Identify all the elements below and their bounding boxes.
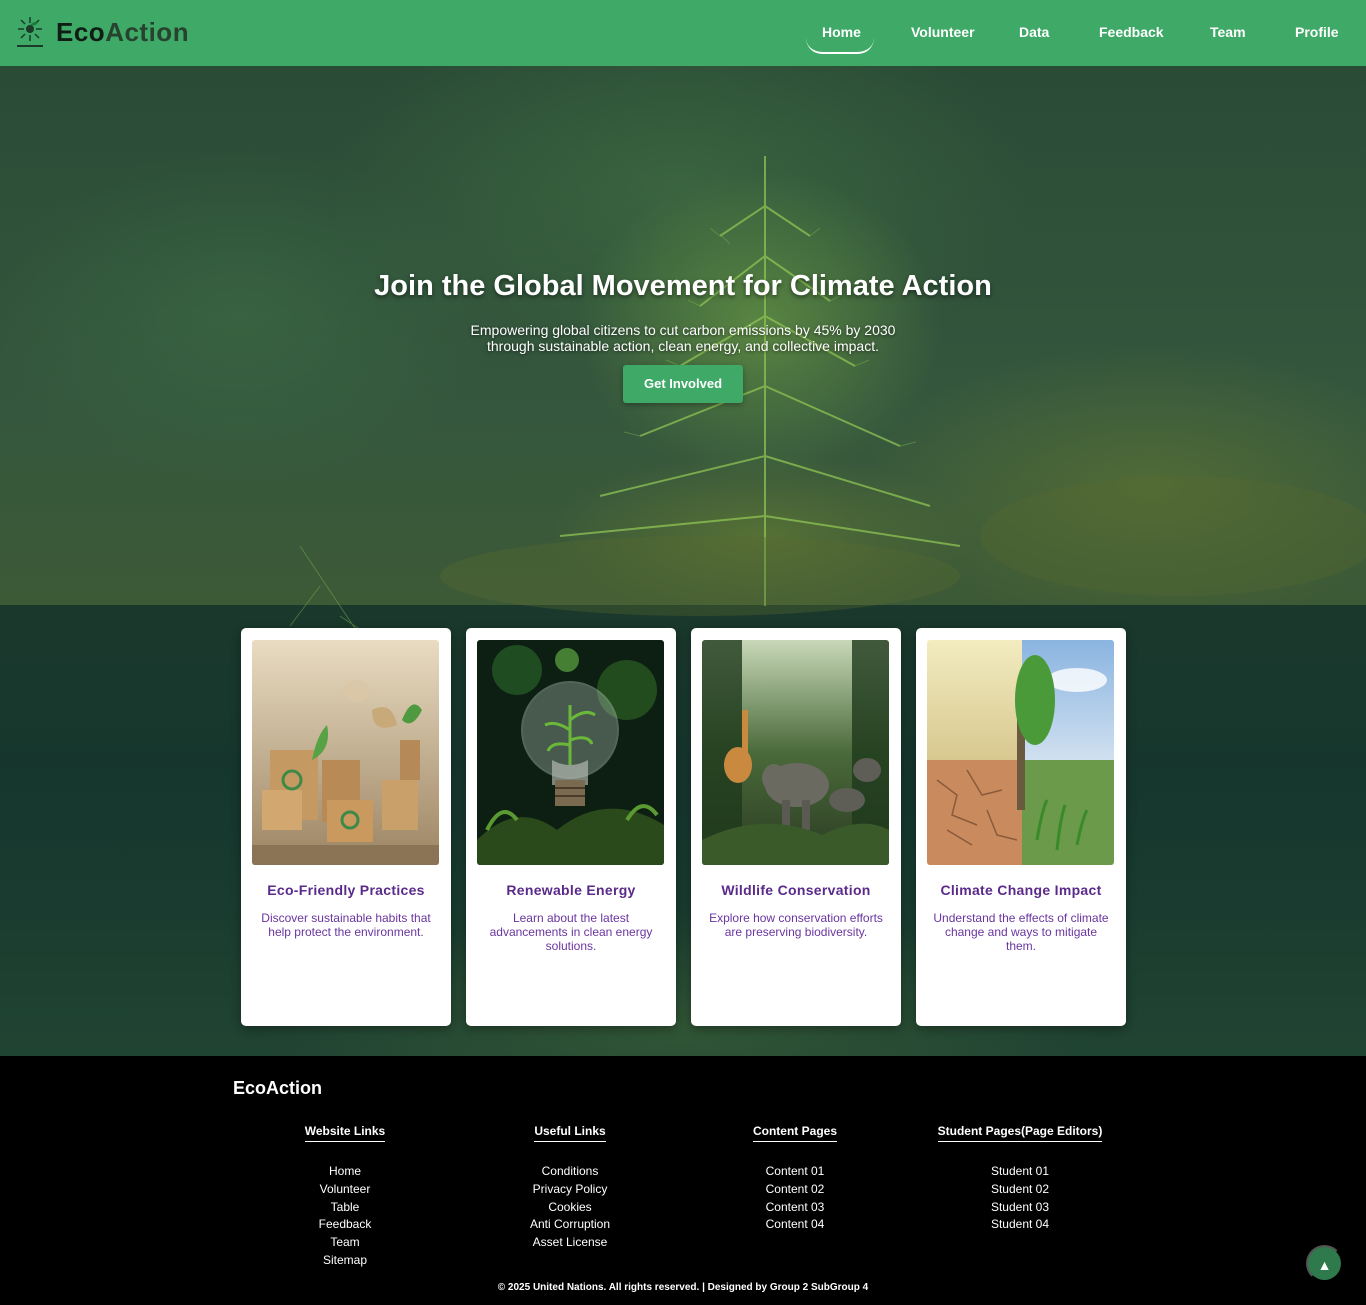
footer-link-table[interactable]: Table	[245, 1199, 445, 1217]
footer: EcoAction Website Links Home Volunteer T…	[0, 1056, 1366, 1305]
card-title: Wildlife Conservation	[721, 882, 871, 898]
footer-link-sitemap[interactable]: Sitemap	[245, 1252, 445, 1270]
lightbulb-plant-image	[477, 640, 664, 865]
footer-link-conditions[interactable]: Conditions	[470, 1163, 670, 1181]
hero-title: Join the Global Movement for Climate Act…	[374, 270, 992, 302]
brand-name: EcoAction	[56, 16, 190, 47]
footer-link-content-02[interactable]: Content 02	[695, 1181, 895, 1199]
eco-products-image	[252, 640, 439, 865]
forest-background-image	[289, 156, 1366, 667]
footer-link-student-03[interactable]: Student 03	[920, 1199, 1120, 1217]
footer-link-privacy-policy[interactable]: Privacy Policy	[470, 1181, 670, 1199]
nav-data[interactable]: Data	[1019, 24, 1049, 40]
active-nav-indicator	[806, 38, 874, 54]
logo-icon	[14, 14, 46, 50]
footer-column-student-pages: Student Pages(Page Editors) Student 01 S…	[920, 1122, 1120, 1234]
card-text: Learn about the latest advancements in c…	[489, 911, 653, 953]
jungle-animals-image	[702, 640, 889, 865]
card-text: Discover sustainable habits that help pr…	[261, 911, 431, 939]
card-text: Explore how conservation efforts are pre…	[709, 911, 883, 939]
card-eco-friendly-practices[interactable]: Eco-Friendly Practices Discover sustaina…	[241, 628, 451, 1026]
footer-column-title: Useful Links	[534, 1124, 606, 1142]
nav-volunteer[interactable]: Volunteer	[911, 24, 975, 40]
nav-profile[interactable]: Profile	[1295, 24, 1339, 40]
footer-column-useful-links: Useful Links Conditions Privacy Policy C…	[470, 1122, 670, 1252]
nav-feedback[interactable]: Feedback	[1099, 24, 1164, 40]
footer-link-student-02[interactable]: Student 02	[920, 1181, 1120, 1199]
card-text: Understand the effects of climate change…	[933, 911, 1109, 953]
hero-subtitle-line1: Empowering global citizens to cut carbon…	[470, 322, 896, 338]
hero-section: Join the Global Movement for Climate Act…	[0, 66, 1366, 1056]
footer-link-volunteer[interactable]: Volunteer	[245, 1181, 445, 1199]
scroll-to-top-button[interactable]: ▲	[1306, 1245, 1343, 1282]
card-title: Renewable Energy	[506, 882, 636, 898]
card-renewable-energy[interactable]: Renewable Energy Learn about the latest …	[466, 628, 676, 1026]
copyright-text: © 2025 United Nations. All rights reserv…	[497, 1282, 869, 1293]
navbar: EcoAction Home Volunteer Data Feedback T…	[0, 0, 1366, 66]
drought-tree-image	[927, 640, 1114, 865]
footer-link-team[interactable]: Team	[245, 1234, 445, 1252]
footer-column-website-links: Website Links Home Volunteer Table Feedb…	[245, 1122, 445, 1270]
brand[interactable]: EcoAction	[14, 14, 189, 50]
hero-subtitle-line2: through sustainable action, clean energy…	[487, 338, 879, 354]
card-title: Climate Change Impact	[940, 882, 1102, 898]
footer-link-student-04[interactable]: Student 04	[920, 1216, 1120, 1234]
nav-team[interactable]: Team	[1210, 24, 1246, 40]
card-title: Eco-Friendly Practices	[267, 882, 425, 898]
footer-link-student-01[interactable]: Student 01	[920, 1163, 1120, 1181]
footer-link-content-03[interactable]: Content 03	[695, 1199, 895, 1217]
footer-link-cookies[interactable]: Cookies	[470, 1199, 670, 1217]
footer-link-home[interactable]: Home	[245, 1163, 445, 1181]
card-wildlife-conservation[interactable]: Wildlife Conservation Explore how conser…	[691, 628, 901, 1026]
footer-link-content-04[interactable]: Content 04	[695, 1216, 895, 1234]
arrow-up-icon: ▲	[1317, 1257, 1332, 1273]
footer-column-content-pages: Content Pages Content 01 Content 02 Cont…	[695, 1122, 895, 1234]
get-involved-button[interactable]: Get Involved	[623, 365, 743, 403]
footer-link-feedback[interactable]: Feedback	[245, 1216, 445, 1234]
footer-column-title: Content Pages	[752, 1124, 837, 1142]
footer-link-asset-license[interactable]: Asset License	[470, 1234, 670, 1252]
card-climate-change-impact[interactable]: Climate Change Impact Understand the eff…	[916, 628, 1126, 1026]
footer-link-anti-corruption[interactable]: Anti Corruption	[470, 1216, 670, 1234]
footer-column-title: Website Links	[304, 1124, 386, 1142]
hero-subtitle: Empowering global citizens to cut carbon…	[433, 322, 933, 354]
footer-column-title: Student Pages(Page Editors)	[937, 1124, 1103, 1142]
footer-brand: EcoAction	[233, 1078, 323, 1098]
footer-link-content-01[interactable]: Content 01	[695, 1163, 895, 1181]
